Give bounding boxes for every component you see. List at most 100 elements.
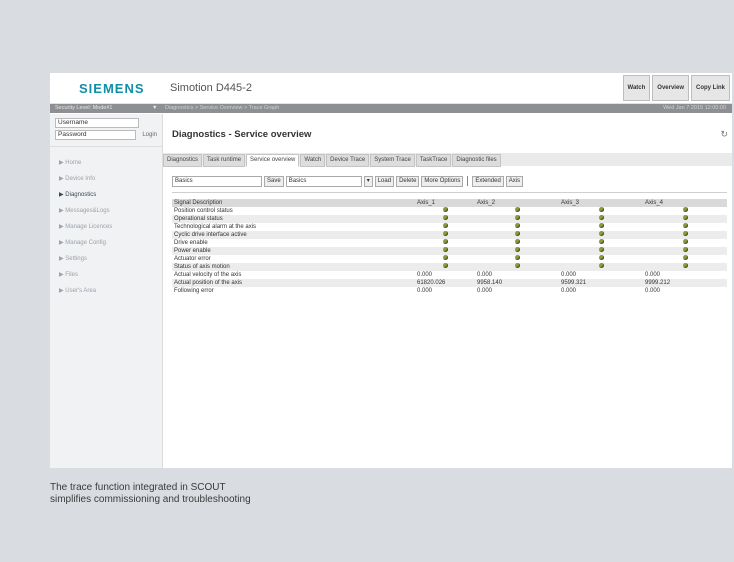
tab-watch[interactable]: Watch xyxy=(300,154,326,167)
template-name-input[interactable]: Basics xyxy=(172,175,262,187)
status-cell xyxy=(475,255,559,263)
load-button[interactable]: Load xyxy=(374,175,395,187)
status-ok-icon xyxy=(514,207,520,212)
login-panel: Username Password Login xyxy=(50,114,162,147)
column-header: Axis_2 xyxy=(475,199,559,207)
column-header: Axis_4 xyxy=(643,199,727,207)
tab-diagnostic-files[interactable]: Diagnostic files xyxy=(452,154,501,167)
sidebar-item-home[interactable]: ▶ Home xyxy=(50,155,162,171)
refresh-icon[interactable]: ↻ xyxy=(720,129,728,140)
app-window: SIEMENS Simotion D445-2 Watch Overview C… xyxy=(50,73,732,468)
status-ok-icon xyxy=(682,247,688,252)
breadcrumb: Diagnostics > Service Overview > Trace G… xyxy=(165,105,280,111)
column-header: Axis_1 xyxy=(415,199,475,207)
save-button[interactable]: Save xyxy=(264,175,284,187)
status-cell xyxy=(475,239,559,247)
status-ok-icon xyxy=(442,223,448,228)
tab-device-trace[interactable]: Device Trace xyxy=(326,154,370,167)
sidebar-item-messages-logs[interactable]: ▶ Messages&Logs xyxy=(50,203,162,219)
status-ok-icon xyxy=(514,231,520,236)
status-ok-icon xyxy=(514,263,520,268)
tab-system-trace[interactable]: System Trace xyxy=(370,154,415,167)
status-ok-icon xyxy=(598,207,604,212)
status-ok-icon xyxy=(598,239,604,244)
template-select[interactable]: Basics xyxy=(285,175,362,187)
value-cell: 0.000 xyxy=(645,288,661,294)
status-ok-icon xyxy=(598,255,604,260)
status-cell xyxy=(643,247,727,255)
status-ok-icon xyxy=(442,215,448,220)
status-ok-icon xyxy=(514,215,520,220)
status-ok-icon xyxy=(682,231,688,236)
column-header: Axis_3 xyxy=(559,199,643,207)
sidebar-item-files[interactable]: ▶ Files xyxy=(50,267,162,283)
overview-button[interactable]: Overview xyxy=(652,75,689,101)
sidebar-item-users-area[interactable]: ▶ User's Area xyxy=(50,283,162,299)
value-cell: 0.000 xyxy=(417,288,433,294)
status-cell xyxy=(415,255,475,263)
delete-button[interactable]: Delete xyxy=(396,175,420,187)
sidebar-item-device-info[interactable]: ▶ Device Info xyxy=(50,171,162,187)
chevron-down-icon[interactable]: ▾ xyxy=(363,175,373,187)
status-cell xyxy=(475,215,559,223)
status-ok-icon xyxy=(442,207,448,212)
sidebar-item-diagnostics[interactable]: ▶ Diagnostics xyxy=(50,187,162,203)
status-cell xyxy=(643,263,727,271)
table-row: Cyclic drive interface active xyxy=(172,231,727,239)
table-row: Power enable xyxy=(172,247,727,255)
header-buttons: Watch Overview Copy Link xyxy=(622,75,730,101)
status-cell xyxy=(643,239,727,247)
table-row: Status of axis motion xyxy=(172,263,727,271)
sidebar: Username Password Login ▶ Home ▶ Device … xyxy=(50,114,163,468)
value-cell: 0.000 xyxy=(561,272,577,278)
status-cell xyxy=(475,231,559,239)
username-field[interactable]: Username xyxy=(55,118,139,128)
signal-label: Status of axis motion xyxy=(172,263,415,271)
status-cell xyxy=(643,231,727,239)
signal-label: Power enable xyxy=(172,247,415,255)
tab-tasktrace[interactable]: TaskTrace xyxy=(415,154,452,167)
value-cell: 61820.026 xyxy=(415,279,475,287)
status-cell xyxy=(415,231,475,239)
sidebar-item-manage-licences[interactable]: ▶ Manage Licences xyxy=(50,219,162,235)
status-ok-icon xyxy=(598,215,604,220)
status-ok-icon xyxy=(514,247,520,252)
security-dropdown-icon[interactable]: ▼ xyxy=(152,104,157,113)
status-cell xyxy=(643,255,727,263)
tab-task-runtime[interactable]: Task runtime xyxy=(203,154,246,167)
value-cell: 9999.212 xyxy=(643,279,727,287)
status-cell xyxy=(559,255,643,263)
status-cell xyxy=(643,223,727,231)
sidebar-item-settings[interactable]: ▶ Settings xyxy=(50,251,162,267)
signal-label: Drive enable xyxy=(174,240,208,246)
divider xyxy=(172,192,727,193)
table-row: Actual velocity of the axis 0.000 0.000 0.0… xyxy=(172,271,727,279)
copy-link-button[interactable]: Copy Link xyxy=(690,75,730,101)
column-header: Signal Description xyxy=(172,199,415,207)
status-bar: Security Level: Mode#1 ▼ Diagnostics > S… xyxy=(50,104,732,113)
tab-diagnostics[interactable]: Diagnostics xyxy=(163,154,203,167)
sidebar-item-manage-config[interactable]: ▶ Manage Config xyxy=(50,235,162,251)
value-cell: 0.000 xyxy=(477,288,493,294)
status-cell xyxy=(559,247,643,255)
axis-button[interactable]: Axis xyxy=(505,175,524,187)
signal-label: Actual velocity of the axis xyxy=(174,272,242,278)
watch-button[interactable]: Watch xyxy=(622,75,651,101)
signal-label: Position control status xyxy=(174,208,233,214)
datetime: Wed Jan 7 2015 12:00:00 xyxy=(663,105,726,111)
security-level: Security Level: Mode#1 xyxy=(55,105,113,111)
table-row: Operational status xyxy=(172,215,727,223)
status-ok-icon xyxy=(514,223,520,228)
extended-button[interactable]: Extended xyxy=(472,175,504,187)
status-ok-icon xyxy=(598,223,604,228)
signal-label: Actual position of the axis xyxy=(172,279,415,287)
login-button[interactable]: Login xyxy=(142,132,157,138)
toolbar: Basics Save Basics ▾ Load Delete More Op… xyxy=(172,175,727,187)
caption: The trace function integrated in SCOUT s… xyxy=(50,482,251,506)
tab-service-overview[interactable]: Service overview xyxy=(246,154,300,167)
page-title: Diagnostics - Service overview xyxy=(172,129,312,140)
brand-logo: SIEMENS xyxy=(79,81,145,96)
caption-line: The trace function integrated in SCOUT xyxy=(50,482,226,493)
password-field[interactable]: Password xyxy=(55,130,137,140)
more-options-button[interactable]: More Options xyxy=(421,175,464,187)
